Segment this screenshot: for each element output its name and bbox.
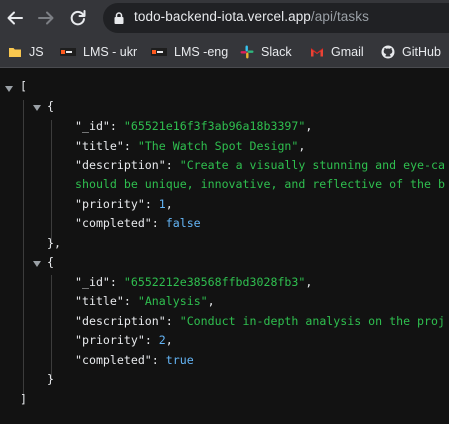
key-description: "description"	[75, 314, 166, 328]
task-1-priority: 1	[158, 197, 166, 211]
task-1-title: The Watch Spot Design	[144, 139, 292, 153]
collapse-toggle-task-2[interactable]	[33, 261, 41, 267]
open-brace: {	[47, 99, 54, 113]
task-2-title-row: "title": "Analysis",	[75, 294, 215, 308]
github-icon	[381, 45, 395, 58]
url-host: todo-backend-iota.vercel.app	[134, 9, 311, 24]
browser-toolbar: todo-backend-iota.vercel.app/api/tasks	[0, 0, 449, 36]
task-1-completed-row: "completed": false	[75, 216, 201, 230]
bookmark-github[interactable]: GitHub	[381, 36, 441, 67]
bookmark-lms-ukr[interactable]: LMS - ukr	[58, 36, 137, 67]
task-1-id-row: "_id": "65521e16f3f3ab96a18b3397",	[75, 119, 313, 133]
task-2-id: 6552212e38568ffbd3028fb3	[130, 275, 299, 289]
collapse-toggle-root[interactable]	[5, 86, 13, 92]
lms-icon	[151, 47, 167, 56]
collapse-toggle-task-1[interactable]	[33, 105, 41, 111]
task-2-id-row: "_id": "6552212e38568ffbd3028fb3",	[75, 275, 313, 289]
back-button[interactable]	[3, 6, 27, 30]
bookmark-label: LMS -eng	[174, 44, 229, 59]
key-title: "title"	[75, 294, 124, 308]
folder-icon	[9, 47, 21, 57]
bookmark-label: Gmail	[331, 44, 364, 59]
bookmark-gmail[interactable]: Gmail	[310, 36, 364, 67]
key-priority: "priority"	[75, 333, 145, 347]
key-title: "title"	[75, 139, 124, 153]
url-path: /api/tasks	[310, 9, 369, 24]
task-2-completed: true	[165, 353, 194, 367]
bookmark-label: JS	[29, 44, 44, 59]
reload-icon	[70, 10, 86, 26]
task-1-title-row: "title": "The Watch Spot Design",	[75, 139, 306, 153]
key-completed: "completed"	[75, 216, 152, 230]
task-1-description-line-1: Create a visually stunning and eye-ca	[186, 158, 445, 172]
close-brace: },	[47, 236, 61, 250]
task-2-priority: 2	[158, 333, 166, 347]
key-completed: "completed"	[75, 353, 152, 367]
json-viewer: [ { "_id": "65521e16f3f3ab96a18b3397", "…	[0, 68, 449, 424]
arrow-right-icon	[38, 11, 54, 25]
bookmarks-bar: JS LMS - ukr LMS -eng Slack Gmail GitHub	[0, 36, 449, 68]
close-brace: }	[47, 372, 54, 386]
task-2-description-line-1: Conduct in-depth analysis on the proj	[186, 314, 445, 328]
bookmark-label: LMS - ukr	[83, 44, 138, 59]
open-bracket: [	[20, 79, 27, 93]
indent-guide	[51, 275, 52, 379]
url-text: todo-backend-iota.vercel.app/api/tasks	[134, 9, 369, 24]
bookmark-label: Slack	[261, 44, 292, 59]
address-bar[interactable]: todo-backend-iota.vercel.app/api/tasks	[103, 3, 449, 33]
forward-button[interactable]	[34, 6, 58, 30]
lms-icon	[60, 47, 76, 56]
task-1-description-row: "description": "Create a visually stunni…	[75, 158, 445, 172]
bookmark-label: GitHub	[402, 44, 441, 59]
slack-icon	[240, 45, 254, 58]
bookmark-js[interactable]: JS	[8, 36, 44, 67]
indent-guide	[23, 100, 24, 395]
indent-guide	[51, 120, 52, 243]
key-description: "description"	[75, 158, 166, 172]
open-brace: {	[47, 255, 54, 269]
task-2-description-row: "description": "Conduct in-depth analysi…	[75, 314, 445, 328]
gmail-icon	[310, 47, 324, 56]
bookmark-lms-eng[interactable]: LMS -eng	[149, 36, 228, 67]
key-id: "_id"	[75, 275, 110, 289]
task-2-priority-row: "priority": 2,	[75, 333, 173, 347]
task-1-description-line-2: should be unique, innovative, and reflec…	[75, 177, 445, 191]
reload-button[interactable]	[66, 6, 90, 30]
bookmark-slack[interactable]: Slack	[240, 36, 292, 67]
key-priority: "priority"	[75, 197, 145, 211]
task-2-completed-row: "completed": true	[75, 353, 194, 367]
task-1-id: 65521e16f3f3ab96a18b3397	[130, 119, 299, 133]
task-1-priority-row: "priority": 1,	[75, 197, 173, 211]
key-id: "_id"	[75, 119, 110, 133]
close-bracket: ]	[20, 392, 27, 406]
arrow-left-icon	[7, 11, 23, 25]
task-1-completed: false	[165, 216, 201, 230]
lock-icon	[114, 12, 124, 24]
task-2-title: Analysis	[144, 294, 201, 308]
